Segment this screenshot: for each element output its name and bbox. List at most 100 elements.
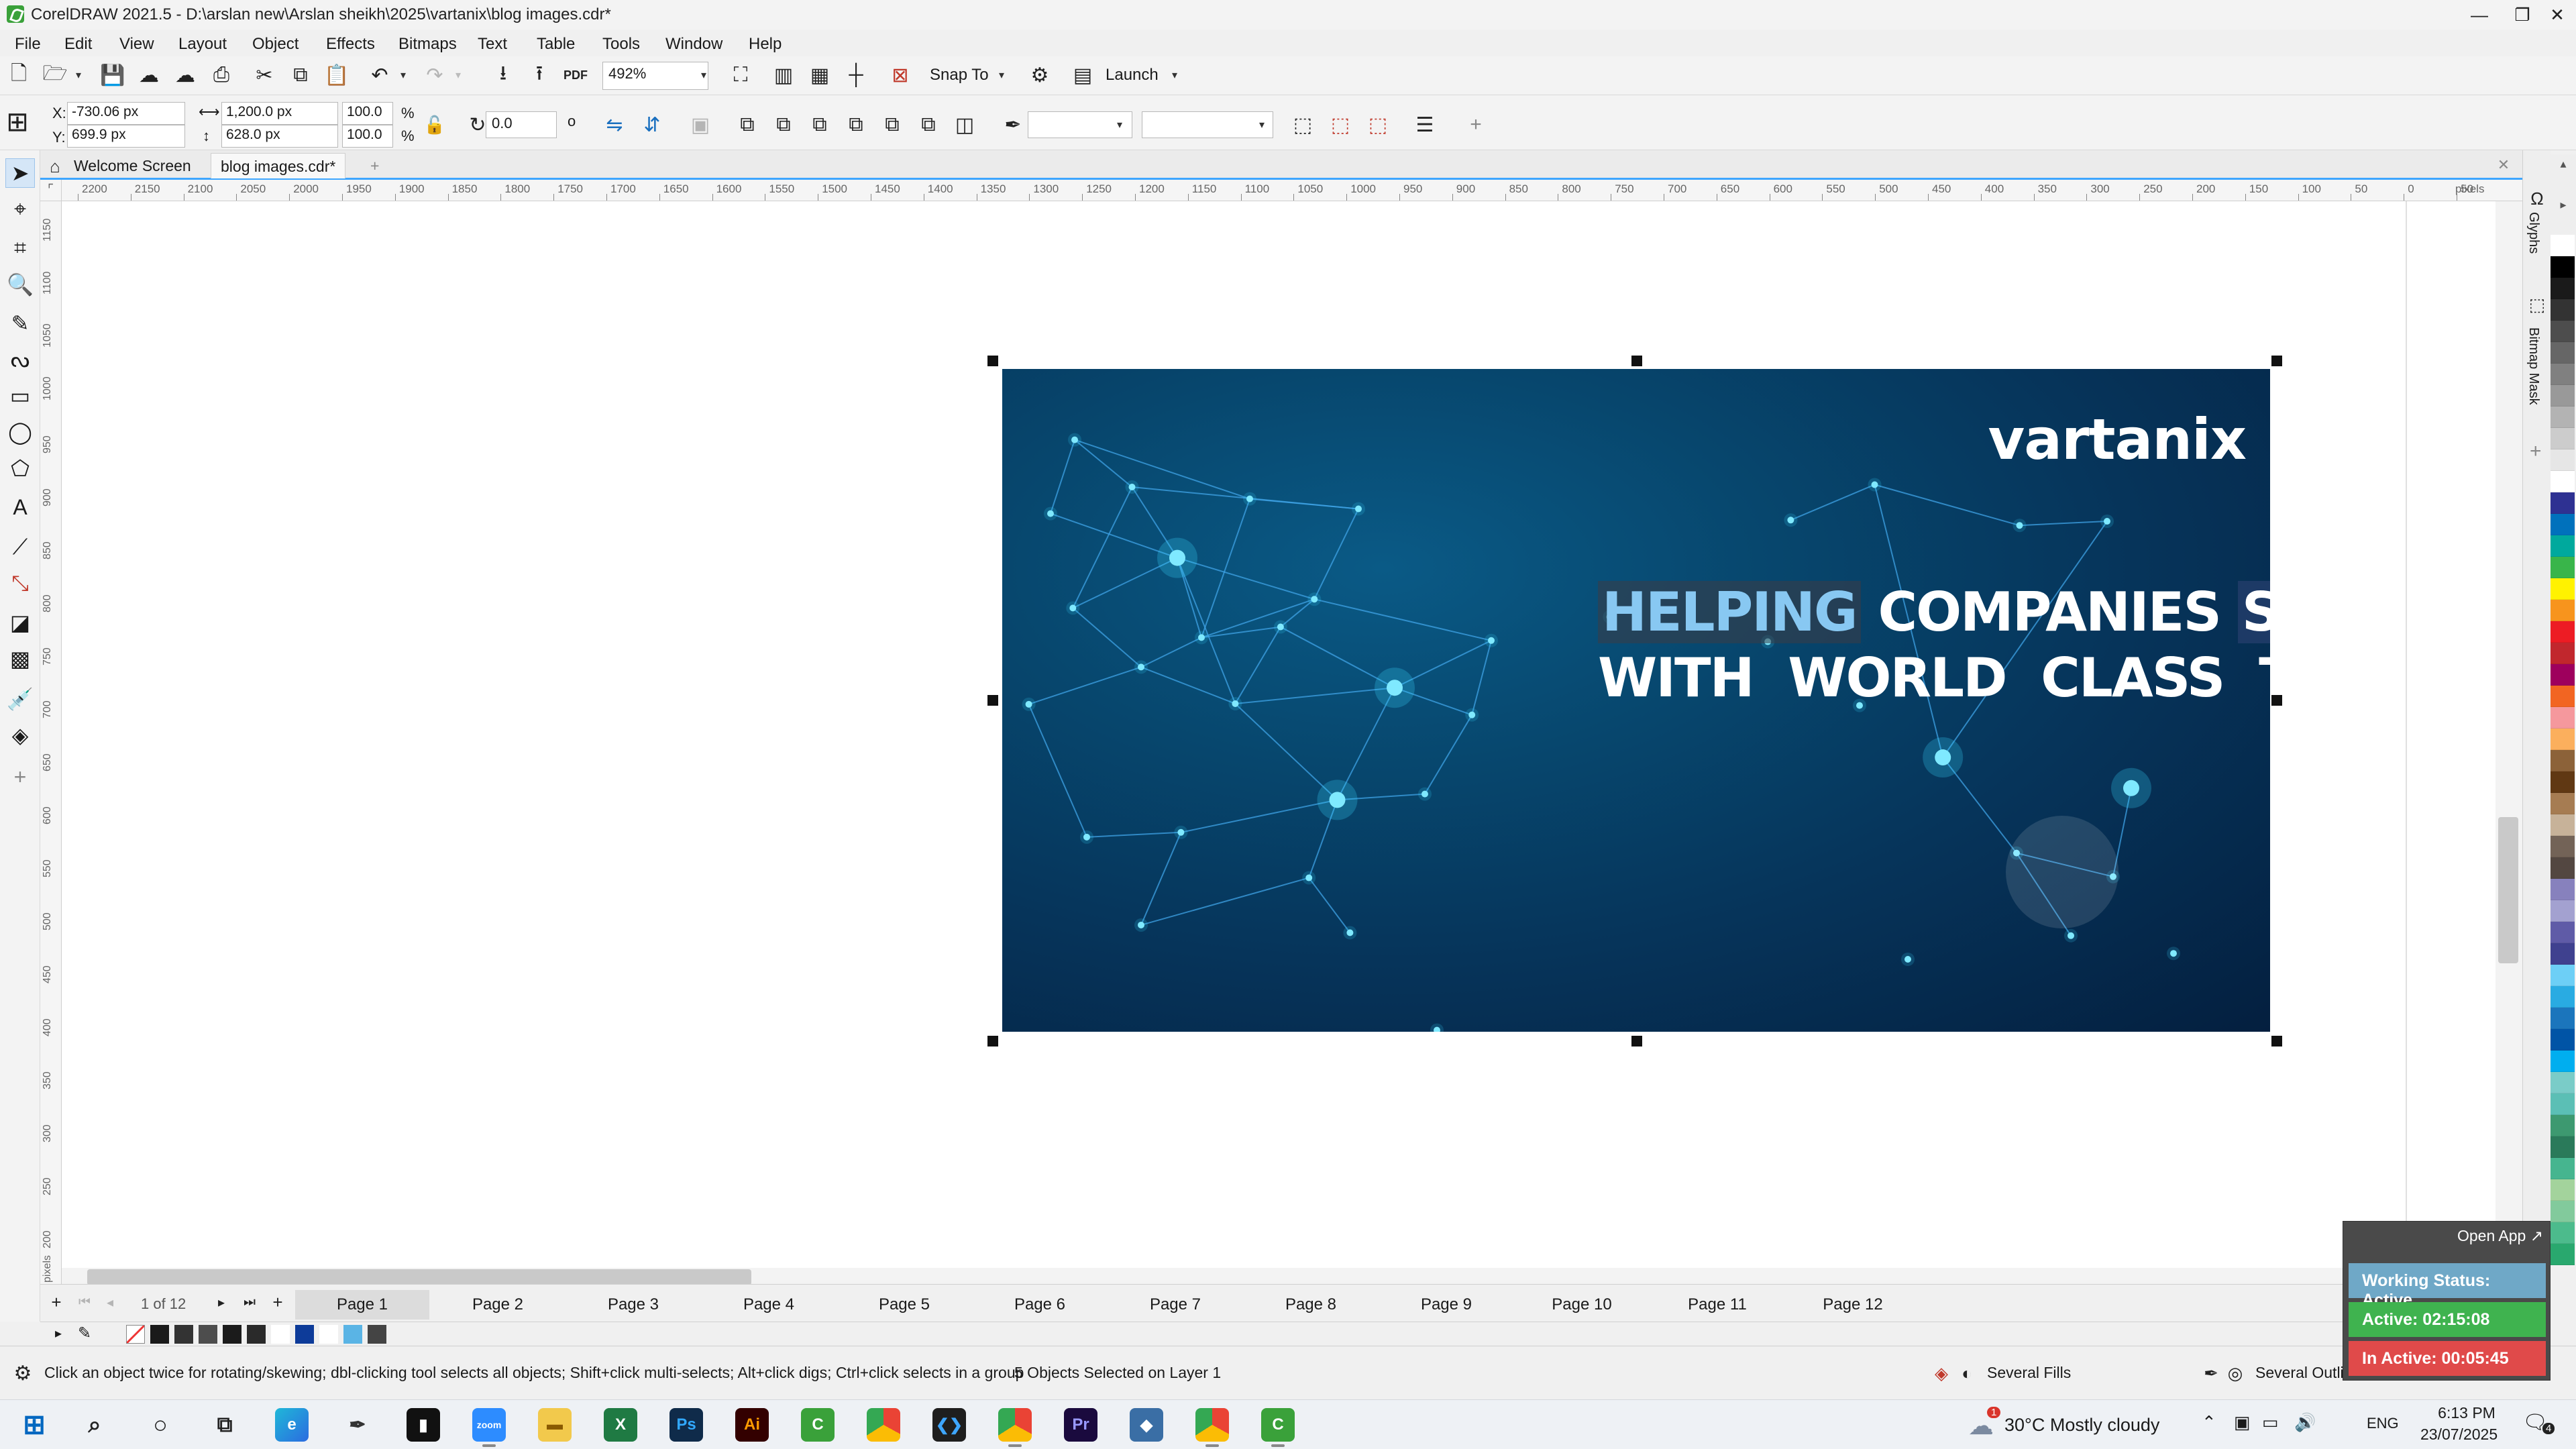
create-boundary-icon[interactable]: ◫ (951, 111, 978, 138)
selection-handle-bottom-left[interactable] (987, 1036, 998, 1046)
show-rulers-icon[interactable]: ▥ (770, 62, 797, 89)
palette-swatch[interactable] (2551, 965, 2575, 986)
redo-dropdown-icon[interactable]: ▾ (452, 62, 464, 89)
banner-image[interactable]: vartanix HELPING COMPANIES SCALE WITH WO… (1002, 369, 2270, 1032)
palette-swatch[interactable] (2551, 364, 2575, 385)
document-palette-swatch[interactable] (174, 1325, 193, 1344)
palette-swatch[interactable] (2551, 1072, 2575, 1093)
clock-date[interactable]: 23/07/2025 (2420, 1426, 2498, 1444)
options-gear-icon[interactable]: ⚙ (1026, 62, 1053, 89)
palette-swatch[interactable] (2551, 1244, 2575, 1265)
polygon-tool-icon[interactable]: ⬠ (5, 453, 35, 483)
object-origin-icon[interactable]: ⊞ (4, 107, 31, 137)
palette-swatch[interactable] (2551, 771, 2575, 793)
drop-shadow-icon[interactable]: ◪ (5, 608, 35, 637)
cortana-icon[interactable]: ○ (144, 1408, 177, 1442)
palette-swatch[interactable] (2551, 986, 2575, 1008)
horizontal-ruler[interactable]: 2200 2150 2100 2050 2000 1950 1900 1850 1800 1750… (40, 180, 2522, 201)
palette-swatch[interactable] (2551, 1179, 2575, 1201)
app-diamond-icon[interactable]: ◆ (1130, 1408, 1163, 1442)
page-tab-10[interactable]: Page 10 (1515, 1290, 1649, 1320)
palette-swatch[interactable] (2551, 600, 2575, 621)
full-screen-preview-icon[interactable]: ⛶ (727, 62, 754, 89)
palette-swatch[interactable] (2551, 1222, 2575, 1244)
palette-swatch[interactable] (2551, 578, 2575, 600)
shape-tool-icon[interactable]: ⌖ (5, 195, 35, 224)
palette-eyedropper-icon[interactable]: ✎ (78, 1324, 91, 1343)
zoom-app-icon[interactable]: zoom (472, 1408, 506, 1447)
launch-icon[interactable]: ▤ (1069, 62, 1096, 89)
palette-swatch[interactable] (2551, 299, 2575, 321)
illustrator-icon[interactable]: Ai (735, 1408, 769, 1442)
edge-browser-icon[interactable]: e (275, 1408, 309, 1442)
import-icon[interactable]: ⭳ (490, 62, 517, 89)
palette-swatch[interactable] (2551, 943, 2575, 965)
page-tab-1[interactable]: Page 1 (295, 1290, 429, 1320)
intersect-icon[interactable]: ⧉ (806, 111, 833, 138)
glyphs-icon[interactable]: Ω (2524, 185, 2551, 212)
volume-icon[interactable]: 🔊 (2294, 1412, 2316, 1433)
snap-to-label[interactable]: Snap To (930, 66, 989, 85)
first-page-icon[interactable]: ⏮ (71, 1289, 98, 1316)
menu-text[interactable]: Text (472, 32, 513, 56)
tray-app-icon[interactable]: ▣ (2234, 1412, 2251, 1433)
menu-help[interactable]: Help (743, 32, 787, 56)
paste-icon[interactable]: 📋 (323, 62, 350, 89)
trim-icon[interactable]: ⧉ (770, 111, 797, 138)
back-minus-front-icon[interactable]: ⧉ (915, 111, 942, 138)
page-tab-6[interactable]: Page 6 (973, 1290, 1107, 1320)
palette-swatch[interactable] (2551, 750, 2575, 771)
selection-handle-middle-left[interactable] (987, 695, 998, 706)
menu-view[interactable]: View (114, 32, 160, 56)
tab-welcome-screen[interactable]: Welcome Screen (64, 153, 201, 178)
add-page-after-icon[interactable]: + (264, 1289, 291, 1316)
palette-swatch[interactable] (2551, 449, 2575, 471)
palette-swatch[interactable] (2551, 1115, 2575, 1136)
palette-swatch[interactable] (2551, 535, 2575, 557)
close-button[interactable]: ✕ (2538, 0, 2576, 30)
ellipse-tool-icon[interactable]: ◯ (5, 417, 35, 447)
tray-expand-icon[interactable]: ⌃ (2202, 1412, 2216, 1433)
menu-edit[interactable]: Edit (59, 32, 97, 56)
document-palette-swatch[interactable] (199, 1325, 217, 1344)
open-dropdown-icon[interactable]: ▾ (72, 62, 85, 89)
parallel-dimension-icon[interactable]: ⟋ (5, 533, 35, 562)
palette-swatch[interactable] (2551, 385, 2575, 407)
page-tab-9[interactable]: Page 9 (1379, 1290, 1513, 1320)
premiere-icon[interactable]: Pr (1064, 1408, 1097, 1442)
connector-tool-icon[interactable]: ⤡ (5, 569, 35, 598)
mirror-horizontal-icon[interactable]: ⇋ (601, 111, 628, 138)
ungroup-all-icon[interactable]: ⬚ (1364, 111, 1391, 138)
input-language[interactable]: ENG (2367, 1415, 2399, 1432)
scale-height-field[interactable]: 100.0 (342, 125, 393, 148)
group-icon[interactable]: ⬚ (1289, 111, 1316, 138)
fill-swatch-icon[interactable]: ◐ (1953, 1360, 1980, 1387)
menu-table[interactable]: Table (531, 32, 580, 56)
selection-handle-bottom-middle[interactable] (1631, 1036, 1642, 1046)
chrome-icon-1[interactable] (867, 1408, 900, 1442)
chrome-icon-2[interactable] (998, 1408, 1032, 1447)
document-palette-swatch[interactable] (247, 1325, 266, 1344)
menu-layout[interactable]: Layout (173, 32, 232, 56)
page-tab-8[interactable]: Page 8 (1244, 1290, 1378, 1320)
palette-swatch[interactable] (2551, 557, 2575, 578)
palette-swatch[interactable] (2551, 1051, 2575, 1072)
palette-swatch[interactable] (2551, 879, 2575, 900)
palette-flyout-icon[interactable]: ▸ (2551, 198, 2576, 212)
inkscape-icon[interactable]: ✒ (341, 1408, 374, 1442)
palette-swatch[interactable] (2551, 643, 2575, 664)
palette-swatch[interactable] (2551, 836, 2575, 857)
excel-icon[interactable]: X (604, 1408, 637, 1442)
photoshop-icon[interactable]: Ps (669, 1408, 703, 1442)
status-settings-icon[interactable]: ⚙ (9, 1360, 36, 1387)
fill-indicator-icon[interactable]: ◈ (1928, 1360, 1955, 1387)
add-tool-icon[interactable]: + (5, 762, 35, 792)
horizontal-scrollbar[interactable] (62, 1268, 2502, 1285)
open-app-link[interactable]: Open App ↗ (2457, 1227, 2543, 1245)
weather-text[interactable]: 30°C Mostly cloudy (2004, 1415, 2159, 1436)
y-position-field[interactable]: 699.9 px (67, 125, 185, 148)
align-distribute-icon[interactable]: ☰ (1411, 111, 1438, 138)
document-palette-arrow-icon[interactable]: ▸ (55, 1325, 62, 1342)
vscode-icon[interactable]: ❮❯ (932, 1408, 966, 1442)
terminal-icon[interactable]: ▮ (407, 1408, 440, 1442)
